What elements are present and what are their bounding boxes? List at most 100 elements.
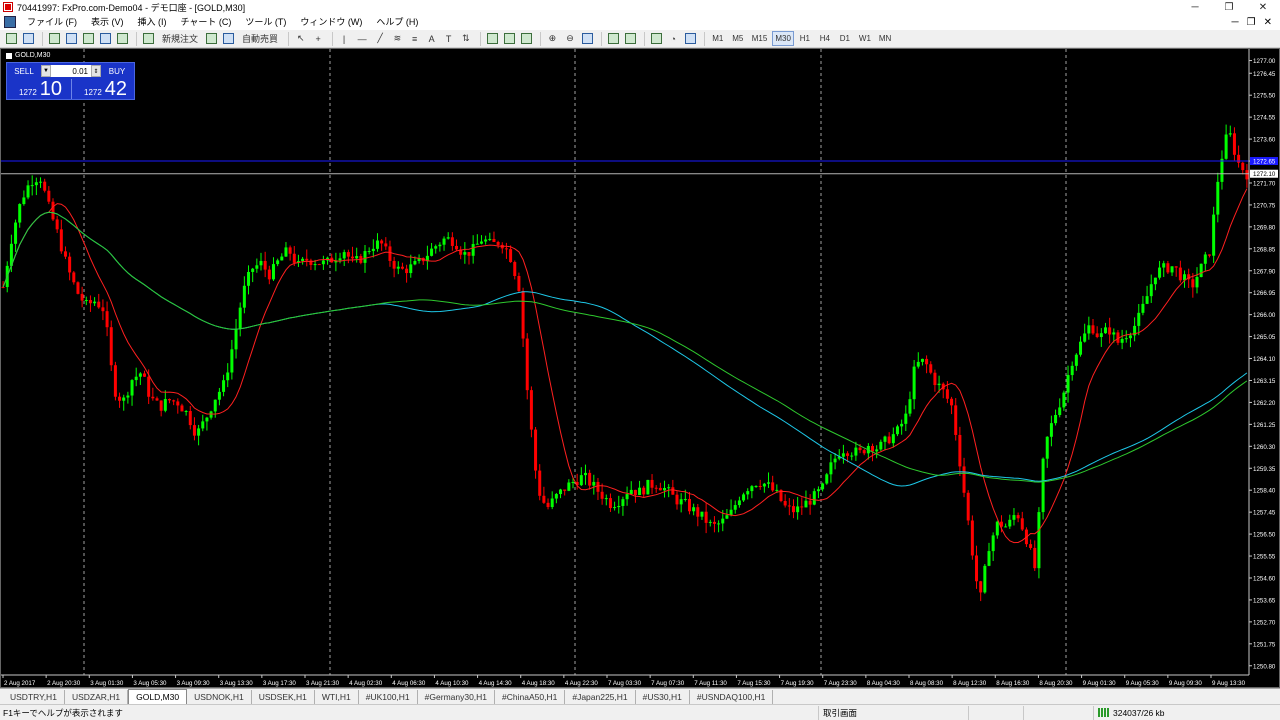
candle-body <box>479 241 483 244</box>
buy-button[interactable]: BUY <box>102 65 132 77</box>
lot-dropdown-icon[interactable]: ▼ <box>41 65 51 77</box>
menu-view[interactable]: 表示 (V) <box>84 14 131 30</box>
tile-windows-icon[interactable] <box>580 31 595 46</box>
menu-tools[interactable]: ツール (T) <box>238 14 293 30</box>
chart-tab[interactable]: USDSEK,H1 <box>252 690 315 704</box>
chart-tab[interactable]: GOLD,M30 <box>128 689 188 704</box>
candle-body <box>1083 333 1087 342</box>
equidistant-channel-icon[interactable]: ≋ <box>390 31 406 46</box>
sell-button[interactable]: SELL <box>9 65 39 77</box>
menu-help[interactable]: ヘルプ (H) <box>369 14 425 30</box>
zoom-in-icon[interactable]: ⊕ <box>545 31 561 46</box>
toolbar-separator <box>288 31 290 46</box>
chart-tab[interactable]: #ChinaA50,H1 <box>495 690 566 704</box>
chart-tab[interactable]: USDTRY,H1 <box>3 690 65 704</box>
cursor-icon[interactable]: ↖ <box>293 31 309 46</box>
candle-body <box>800 506 804 508</box>
strategy-tester-icon[interactable] <box>115 31 130 46</box>
bar-chart-icon[interactable] <box>485 31 500 46</box>
periods-icon[interactable]: ◔ <box>666 31 681 46</box>
chart-tab[interactable]: #Japan225,H1 <box>565 690 636 704</box>
chart-shift-icon[interactable] <box>623 31 638 46</box>
text-icon[interactable]: A <box>424 31 439 46</box>
data-window-icon[interactable] <box>64 31 79 46</box>
mdi-close-button[interactable]: ✕ <box>1264 17 1272 28</box>
terminal-icon[interactable] <box>98 31 113 46</box>
timeframe-m5[interactable]: M5 <box>729 31 747 46</box>
metaeditor-icon[interactable] <box>204 31 219 46</box>
new-order-icon[interactable] <box>141 31 156 46</box>
mdi-restore-button[interactable]: ❐ <box>1247 17 1256 28</box>
mdi-minimize-button[interactable]: ─ <box>1232 17 1239 28</box>
candle-body <box>201 421 205 429</box>
menu-insert[interactable]: 挿入 (I) <box>131 14 174 30</box>
buy-price[interactable]: 1272 42 <box>84 79 127 99</box>
trendline-icon[interactable]: ╱ <box>373 31 388 46</box>
status-profile[interactable]: 取引画面 <box>818 705 968 720</box>
auto-scroll-icon[interactable] <box>606 31 621 46</box>
time-axis-label: 2 Aug 2017 <box>4 680 36 687</box>
profiles-icon[interactable] <box>21 31 36 46</box>
lot-size-field[interactable]: ▼ 0.01 ⇕ <box>41 65 101 77</box>
chart-window-icon[interactable] <box>4 16 16 28</box>
price-axis-label: 1263.15 <box>1253 378 1276 385</box>
lot-stepper-icon[interactable]: ⇕ <box>91 65 101 77</box>
timeframe-d1[interactable]: D1 <box>836 31 854 46</box>
horizontal-line-icon[interactable]: — <box>354 31 371 46</box>
status-connection[interactable]: 324037/26 kb <box>1093 705 1178 720</box>
close-button[interactable]: ✕ <box>1246 0 1280 14</box>
chart-tab[interactable]: #US30,H1 <box>636 690 690 704</box>
new-chart-icon[interactable] <box>4 31 19 46</box>
auto-trading-icon[interactable] <box>221 31 236 46</box>
chart-tab[interactable]: #UK100,H1 <box>359 690 418 704</box>
candle-body <box>920 358 924 362</box>
candle-body <box>1241 162 1245 171</box>
candle-body <box>1199 263 1203 278</box>
candle-body <box>209 411 213 418</box>
crosshair-icon[interactable]: + <box>311 31 326 46</box>
fibonacci-icon[interactable]: ≡ <box>407 31 422 46</box>
minimize-button[interactable]: ─ <box>1178 0 1212 14</box>
ask-price-label: 1272.65 <box>1253 159 1276 166</box>
navigator-icon[interactable] <box>81 31 96 46</box>
price-chart[interactable]: 1277.00 1276.45 1275.50 1274.55 1273.60 1272.… <box>1 49 1279 687</box>
chart-window[interactable]: 1277.00 1276.45 1275.50 1274.55 1273.60 1272.… <box>0 48 1280 688</box>
candle-body <box>758 485 762 487</box>
candlestick-icon[interactable] <box>502 31 517 46</box>
chart-tab[interactable]: USDZAR,H1 <box>65 690 129 704</box>
text-label-icon[interactable]: T <box>441 31 456 46</box>
timeframe-h1[interactable]: H1 <box>796 31 814 46</box>
lot-size-input[interactable]: 0.01 <box>51 67 91 76</box>
sell-price[interactable]: 1272 10 <box>19 79 62 99</box>
auto-trading-button[interactable]: 自動売買 <box>238 31 282 46</box>
vertical-line-icon[interactable]: | <box>337 31 352 46</box>
timeframe-m1[interactable]: M1 <box>709 31 727 46</box>
menu-window[interactable]: ウィンドウ (W) <box>293 14 369 30</box>
maximize-button[interactable]: ❐ <box>1212 0 1246 14</box>
candle-body <box>841 453 845 457</box>
chart-tab[interactable]: #USNDAQ100,H1 <box>690 690 774 704</box>
line-chart-icon[interactable] <box>519 31 534 46</box>
candle-body <box>255 265 259 269</box>
menu-file[interactable]: ファイル (F) <box>20 14 84 30</box>
candle-body <box>663 488 667 491</box>
timeframe-mn[interactable]: MN <box>876 31 894 46</box>
zoom-out-icon[interactable]: ⊖ <box>562 31 578 46</box>
arrows-icon[interactable]: ⇅ <box>458 31 474 46</box>
timeframe-h4[interactable]: H4 <box>816 31 834 46</box>
new-order-button[interactable]: 新規注文 <box>158 31 202 46</box>
chart-tab[interactable]: WTI,H1 <box>315 690 359 704</box>
timeframe-m30[interactable]: M30 <box>772 31 794 46</box>
chart-tab[interactable]: #Germany30,H1 <box>418 690 496 704</box>
candle-body <box>970 520 974 556</box>
candle-body <box>351 256 355 259</box>
market-watch-icon[interactable] <box>47 31 62 46</box>
indicators-icon[interactable] <box>649 31 664 46</box>
timeframe-w1[interactable]: W1 <box>856 31 874 46</box>
menu-chart[interactable]: チャート (C) <box>174 14 239 30</box>
templates-icon[interactable] <box>683 31 698 46</box>
time-axis-label: 7 Aug 15:30 <box>737 680 771 687</box>
chart-tabs: USDTRY,H1 USDZAR,H1 GOLD,M30 USDNOK,H1 USDSE… <box>0 688 1280 704</box>
timeframe-m15[interactable]: M15 <box>749 31 771 46</box>
chart-tab[interactable]: USDNOK,H1 <box>187 690 252 704</box>
